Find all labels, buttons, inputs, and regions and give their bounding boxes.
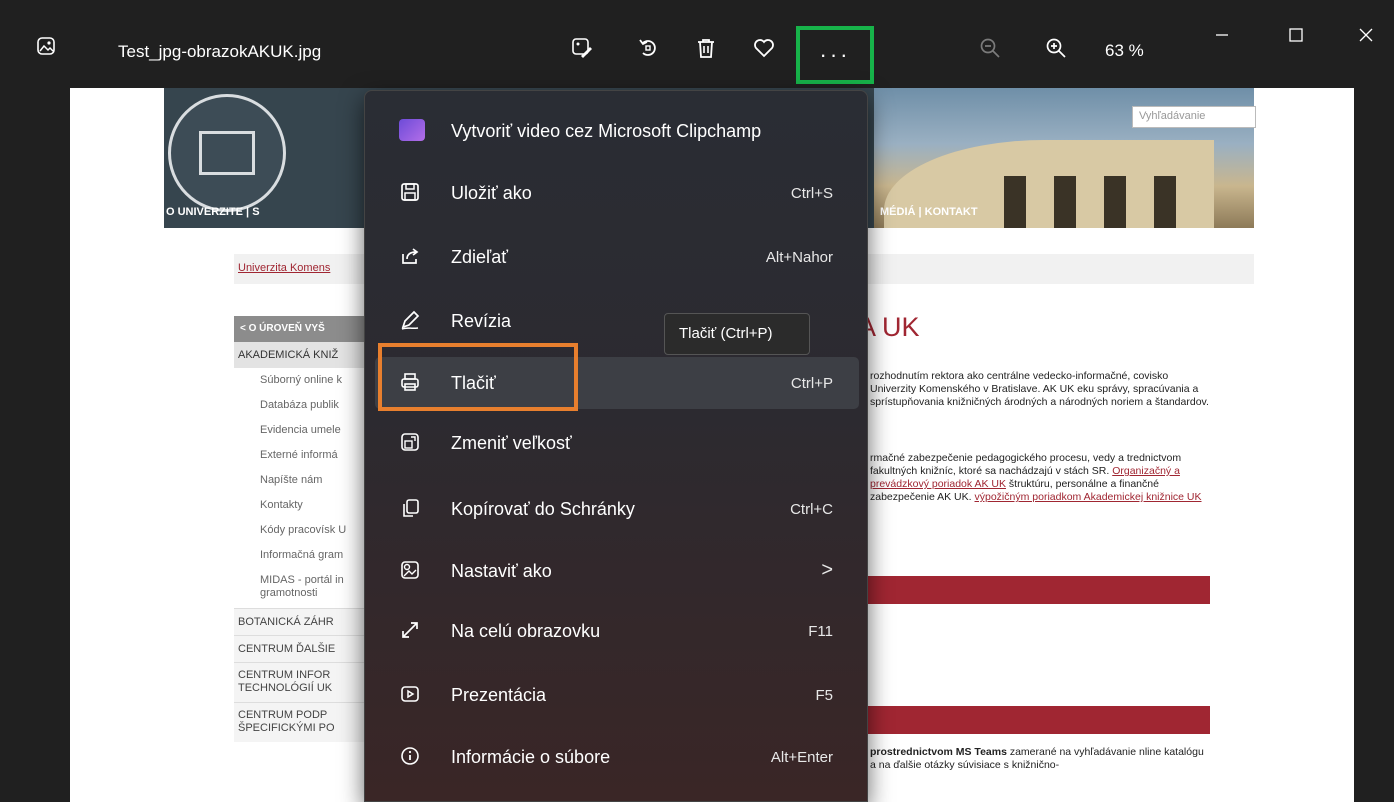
- sidebar-category: BOTANICKÁ ZÁHR: [234, 608, 374, 635]
- menu-item-set-as[interactable]: Nastaviť ako >: [375, 545, 859, 597]
- sidebar-item: Informačná gram: [260, 549, 344, 561]
- website-sidebar: < O ÚROVEŇ VYŠ AKADEMICKÁ KNIŽ Súborný o…: [234, 316, 374, 742]
- menu-item-resize[interactable]: Zmeniť veľkosť: [375, 417, 859, 469]
- zoom-in-button[interactable]: [1036, 30, 1076, 70]
- website-paragraph-2: rmačné zabezpečenie pedagogického proces…: [870, 452, 1202, 503]
- website-nav-left: O UNIVERZITE | S: [166, 206, 260, 218]
- zoom-out-button[interactable]: [970, 30, 1010, 70]
- menu-item-label: Informácie o súbore: [451, 747, 611, 767]
- sidebar-item: Evidencia umele: [260, 424, 341, 436]
- menu-item-label: Na celú obrazovku: [451, 621, 601, 641]
- menu-item-shortcut: Ctrl+C: [790, 501, 833, 518]
- photos-app-window: Test_jpg-obrazokAKUK.jpg ··· 63 % Vyhľad…: [0, 0, 1394, 802]
- zoom-out-icon: [979, 37, 1001, 64]
- website-paragraph-1: rozhodnutím rektora ako centrálne vedeck…: [870, 370, 1209, 408]
- favorite-button[interactable]: [744, 30, 784, 70]
- menu-item-shortcut: F5: [815, 687, 833, 704]
- fullscreen-icon: [399, 619, 421, 641]
- menu-item-shortcut: Ctrl+P: [790, 375, 833, 392]
- menu-item-label: Zmeniť veľkosť: [451, 433, 572, 453]
- title-bar: Test_jpg-obrazokAKUK.jpg ··· 63 %: [0, 0, 1394, 88]
- edit-image-button[interactable]: [562, 30, 602, 70]
- menu-item-label: Revízia: [451, 311, 512, 331]
- rotate-icon: [637, 37, 659, 64]
- slideshow-icon: [399, 683, 421, 705]
- menu-item-label: Vytvoriť video cez Microsoft Clipchamp: [451, 121, 762, 141]
- close-icon: [1358, 27, 1374, 48]
- menu-item-copy[interactable]: Kopírovať do Schránky Ctrl+C: [375, 483, 859, 535]
- menu-item-save-as[interactable]: Uložiť ako Ctrl+S: [375, 167, 859, 219]
- sidebar-item: Napíšte nám: [260, 474, 323, 486]
- website-section-bar: [860, 706, 1210, 734]
- menu-item-shortcut: Alt+Enter: [770, 749, 833, 766]
- breadcrumb: Univerzita Komens: [238, 262, 331, 274]
- heart-icon: [753, 37, 775, 64]
- share-icon: [399, 245, 421, 267]
- more-options-menu: Vytvoriť video cez Microsoft Clipchamp U…: [364, 90, 868, 802]
- university-logo: [168, 94, 286, 212]
- menu-item-label: Nastaviť ako: [451, 561, 552, 581]
- sidebar-item: Externé informá: [260, 449, 338, 461]
- website-search-input: Vyhľadávanie: [1132, 106, 1256, 128]
- save-icon: [399, 181, 421, 203]
- sidebar-category: CENTRUM INFOR TECHNOLÓGIÍ UK: [234, 662, 374, 702]
- website-paragraph-3: prostrednictvom MS Teams zamerané na vyh…: [870, 746, 1204, 771]
- image-icon: [36, 36, 56, 56]
- menu-item-label: Prezentácia: [451, 685, 547, 705]
- menu-item-shortcut: Ctrl+S: [790, 185, 833, 202]
- pen-icon: [399, 309, 421, 331]
- sidebar-current: AKADEMICKÁ KNIŽ: [234, 342, 374, 368]
- chevron-right-icon: >: [821, 559, 833, 581]
- maximize-icon: [1288, 27, 1304, 48]
- print-highlight-frame: [378, 343, 578, 411]
- menu-item-shortcut: F11: [808, 623, 833, 640]
- zoom-in-icon: [1045, 37, 1067, 64]
- sidebar-item: Databáza publik: [260, 399, 339, 411]
- set-as-icon: [399, 559, 421, 581]
- menu-item-fullscreen[interactable]: Na celú obrazovku F11: [375, 605, 859, 657]
- sidebar-back: < O ÚROVEŇ VYŠ: [234, 316, 374, 342]
- clipchamp-icon: [399, 119, 425, 141]
- menu-item-label: Kopírovať do Schránky: [451, 499, 635, 519]
- zoom-level[interactable]: 63 %: [1105, 41, 1144, 61]
- menu-item-shortcut: Alt+Nahor: [765, 249, 833, 266]
- menu-item-share[interactable]: Zdieľať Alt+Nahor: [375, 231, 859, 283]
- website-section-bar: [860, 576, 1210, 604]
- trash-icon: [695, 37, 717, 64]
- menu-item-slideshow[interactable]: Prezentácia F5: [375, 669, 859, 721]
- more-options-button[interactable]: ···: [796, 26, 874, 84]
- website-nav-right: MÉDIÁ | KONTAKT: [880, 206, 978, 218]
- close-button[interactable]: [1346, 22, 1386, 52]
- menu-item-label: Zdieľať: [451, 247, 509, 267]
- sidebar-item: Súborný online k: [260, 374, 342, 386]
- sidebar-item: MIDAS - portál in gramotnosti: [260, 574, 344, 599]
- minimize-button[interactable]: [1202, 22, 1242, 52]
- rotate-button[interactable]: [628, 30, 668, 70]
- file-name: Test_jpg-obrazokAKUK.jpg: [118, 42, 322, 61]
- menu-item-label: Uložiť ako: [451, 183, 532, 203]
- edit-image-icon: [571, 37, 593, 64]
- maximize-button[interactable]: [1276, 22, 1316, 52]
- print-tooltip: Tlačiť (Ctrl+P): [664, 313, 810, 355]
- menu-item-clipchamp[interactable]: Vytvoriť video cez Microsoft Clipchamp: [375, 105, 859, 157]
- copy-icon: [399, 497, 421, 519]
- sidebar-category: CENTRUM ĎALŠIE: [234, 635, 374, 662]
- sidebar-item: Kódy pracovísk U: [260, 524, 347, 536]
- resize-icon: [399, 431, 421, 453]
- info-icon: [399, 745, 421, 767]
- menu-item-file-info[interactable]: Informácie o súbore Alt+Enter: [375, 731, 859, 783]
- minimize-icon: [1214, 27, 1230, 48]
- delete-button[interactable]: [686, 30, 726, 70]
- sidebar-item: Kontakty: [260, 499, 303, 511]
- sidebar-category: CENTRUM PODP ŠPECIFICKÝMI PO: [234, 702, 374, 742]
